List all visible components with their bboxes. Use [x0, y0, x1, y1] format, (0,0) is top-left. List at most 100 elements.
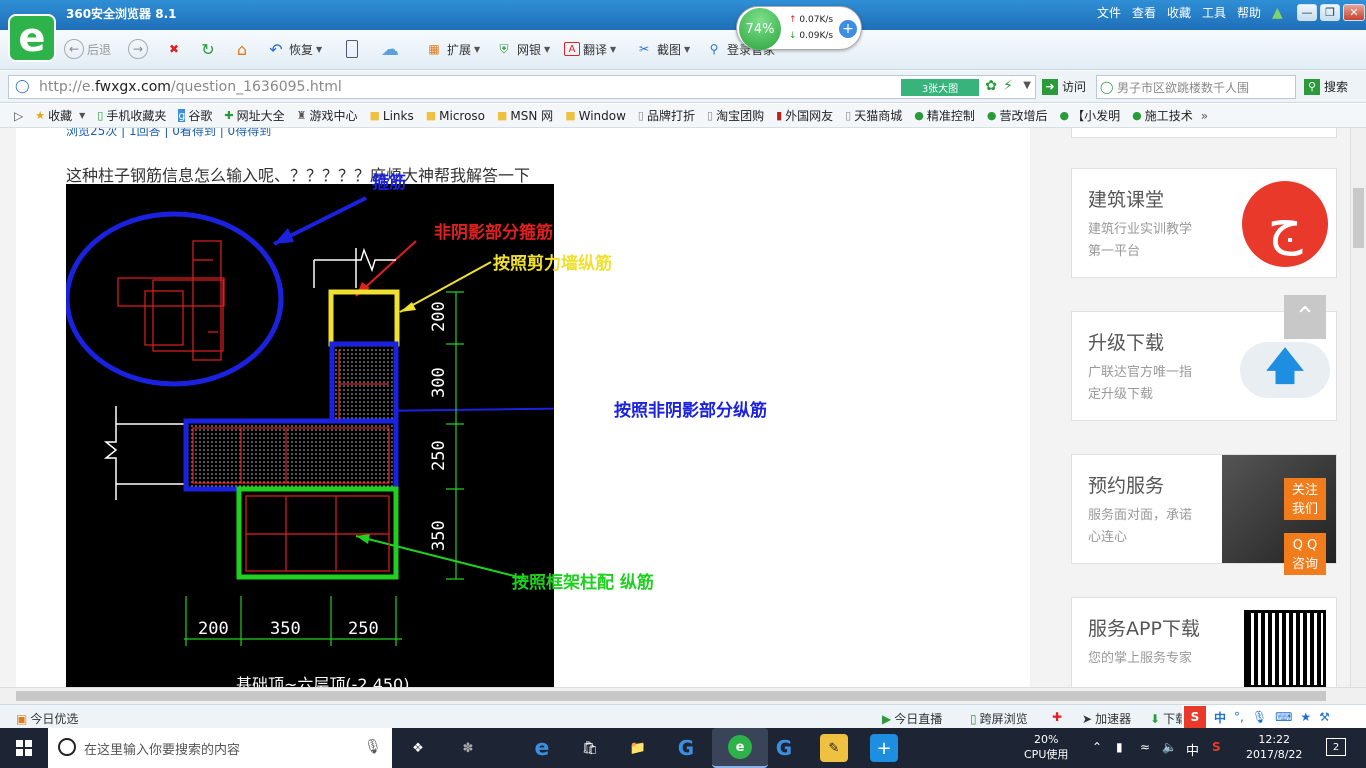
microphone-icon[interactable]: 🎙 — [364, 739, 382, 755]
screenshot-button[interactable]: ✂ 截图 ▼ — [634, 38, 690, 60]
stop-button[interactable]: ✖ — [164, 38, 184, 60]
search-input[interactable]: 男子市区欲跳楼数千人围 — [1096, 75, 1296, 99]
scrollbar-thumb[interactable] — [16, 691, 1326, 701]
back-button[interactable]: ← 后退 — [64, 38, 111, 60]
cloud-icon: ☁ — [381, 38, 399, 60]
bookmark-item[interactable]: ● 精准控制 — [914, 107, 975, 124]
folder-icon[interactable]: 📁 — [624, 734, 652, 762]
clock[interactable]: 12:22 2017/8/22 — [1246, 732, 1302, 762]
refresh-button[interactable]: ↻ — [198, 38, 218, 60]
follow-us-button[interactable]: 关注我们 — [1284, 478, 1326, 520]
bookmark-item[interactable]: ■ Microso — [426, 109, 485, 123]
bookmark-item[interactable]: ● 施工技术 — [1132, 107, 1193, 124]
bookmark-item[interactable]: ▮ 外国网友 — [776, 107, 833, 124]
vertical-scrollbar[interactable] — [1350, 128, 1366, 687]
qq-consult-button[interactable]: Q Q 咨询 — [1284, 533, 1326, 575]
volume-icon[interactable]: 🔈 — [1162, 740, 1177, 754]
phone-icon — [346, 40, 358, 58]
cross-screen-button[interactable]: ▯ 跨屏浏览 — [970, 710, 1028, 727]
home-button[interactable]: ⌂ — [232, 38, 252, 60]
bookmark-item[interactable]: ✚ 网址大全 — [224, 107, 284, 124]
menu-favorites[interactable]: 收藏 — [1167, 4, 1191, 21]
shield-plus-icon[interactable]: ✚ — [1052, 710, 1062, 724]
ime-toolbar[interactable]: S 中 °, 🎙 ⌨ ★ ⚒ — [1182, 705, 1366, 729]
chevron-down-icon[interactable]: ▼ — [1023, 80, 1031, 91]
horizontal-scrollbar[interactable] — [0, 687, 1366, 704]
memory-ball[interactable]: 74% — [739, 8, 781, 50]
more-chevron-icon[interactable]: » — [1201, 109, 1208, 123]
browser-task-icon[interactable]: e — [712, 728, 768, 768]
maximize-button[interactable]: ❐ — [1320, 4, 1340, 21]
search-engine-icon[interactable]: ◯ — [1100, 80, 1113, 94]
sidebar-card-course[interactable]: 建筑课堂 建筑行业实训教学第一平台 ج — [1071, 168, 1337, 278]
netbank-button[interactable]: ⛨ 网银 ▼ — [494, 38, 550, 60]
search-button[interactable]: ⚲ 搜索 — [1304, 78, 1348, 95]
minimize-button[interactable]: — — [1297, 4, 1317, 21]
back-to-top-button[interactable]: ⌃ — [1284, 295, 1326, 339]
plus-icon[interactable]: + — [839, 20, 857, 38]
lightning-icon[interactable]: ⚡ — [1003, 78, 1013, 94]
bookmark-label: 谷歌 — [188, 109, 213, 123]
bookmark-item[interactable]: ★ 收藏 ▼ — [35, 107, 85, 124]
chevron-down-icon[interactable]: ▼ — [79, 111, 85, 120]
start-button[interactable] — [0, 728, 48, 768]
cloud-button[interactable]: ☁ — [380, 38, 400, 60]
bookmark-item[interactable]: ▯ 品牌打折 — [638, 107, 695, 124]
translate-button[interactable]: A 翻译 ▼ — [564, 38, 616, 60]
bookmark-item[interactable]: ● 营改增后 — [987, 107, 1048, 124]
extend-button[interactable]: ▦ 扩展 ▼ — [424, 38, 480, 60]
language-indicator[interactable]: 中 — [1186, 740, 1199, 759]
task-view-icon[interactable]: ❖ — [404, 734, 432, 762]
forward-button[interactable]: → — [128, 38, 148, 60]
app-icon[interactable]: ✽ — [454, 734, 482, 762]
accelerator-button[interactable]: ➤ 加速器 — [1082, 710, 1131, 727]
sidebar-card-app[interactable]: 服务APP下载 您的掌上服务专家 — [1071, 597, 1337, 687]
address-row: ◯ http://e.fwxgx.com/question_1636095.ht… — [0, 71, 1366, 103]
big-image-button[interactable]: 3张大图 — [901, 79, 979, 96]
bookmark-item[interactable]: ▯ 天猫商城 — [845, 107, 902, 124]
restore-button[interactable]: ↶ 恢复 ▼ — [266, 38, 322, 60]
grid-icon: ▦ — [428, 42, 440, 56]
mobile-button[interactable] — [346, 38, 358, 60]
battery-icon[interactable]: ▮ — [1116, 740, 1123, 754]
bookmark-item[interactable]: ♜ 游戏中心 — [297, 107, 358, 124]
windows-icon — [16, 740, 32, 756]
tools-icon: ⚒ — [1319, 710, 1330, 724]
bookmark-item[interactable]: ▯ 手机收藏夹 — [97, 107, 166, 124]
bookmark-item[interactable]: ■ MSN 网 — [497, 107, 553, 124]
taskbar-search-input[interactable]: 在这里输入你要搜索的内容 — [48, 728, 392, 768]
bookmark-item[interactable]: ● 【小发明 — [1059, 107, 1120, 124]
notification-center[interactable]: 2 — [1326, 738, 1346, 756]
today-picks-button[interactable]: ▣ 今日优选 — [16, 710, 78, 727]
menu-tools[interactable]: 工具 — [1202, 4, 1226, 21]
menu-help[interactable]: 帮助 — [1237, 4, 1261, 21]
close-button[interactable]: ✕ — [1343, 4, 1365, 21]
notes-icon[interactable]: ✎ — [820, 734, 848, 762]
glodon-icon[interactable]: G — [672, 734, 700, 762]
bookmark-item[interactable]: ■ Window — [565, 109, 626, 123]
stirrup-ellipse — [66, 211, 284, 387]
store-icon[interactable]: 🛍 — [576, 734, 604, 762]
address-bar[interactable]: ◯ http://e.fwxgx.com/question_1636095.ht… — [8, 75, 1036, 99]
sidebar-toggle-icon[interactable]: ▷ — [14, 109, 23, 123]
chevron-up-icon[interactable]: ⌃ — [1092, 740, 1102, 754]
bookmark-item[interactable]: ■ Links — [369, 109, 413, 123]
plus-app-icon[interactable]: + — [870, 734, 898, 762]
shirt-icon[interactable]: ▲ — [1272, 5, 1283, 21]
scrollbar-thumb[interactable] — [1353, 188, 1364, 248]
refresh-icon[interactable]: ✿ — [985, 78, 997, 94]
edge-icon[interactable]: e — [528, 734, 556, 762]
bookmark-item[interactable]: ▯ 淘宝团购 — [707, 107, 764, 124]
cad-drawing-image[interactable]: 200 300 250 350 200 350 250 基础顶~六层顶(-2.4… — [66, 184, 554, 687]
menu-file[interactable]: 文件 — [1097, 4, 1121, 21]
network-speed-widget[interactable]: 74% ↑ 0.07K/s ↓ 0.09K/s + — [736, 6, 862, 50]
cpu-usage[interactable]: 20% CPU使用 — [1024, 732, 1068, 762]
visit-button[interactable]: ➜ 访问 — [1042, 78, 1086, 95]
sogou-tray-icon[interactable]: S — [1212, 740, 1221, 754]
wifi-icon[interactable]: ≈ — [1140, 740, 1150, 754]
menu-view[interactable]: 查看 — [1132, 4, 1156, 21]
today-live-button[interactable]: ▶ 今日直播 — [882, 710, 942, 727]
url-text[interactable]: http://e.fwxgx.com/question_1636095.html — [39, 79, 342, 95]
glodon-alt-icon[interactable]: G — [770, 734, 798, 762]
bookmark-item[interactable]: g 谷歌 — [178, 107, 212, 124]
